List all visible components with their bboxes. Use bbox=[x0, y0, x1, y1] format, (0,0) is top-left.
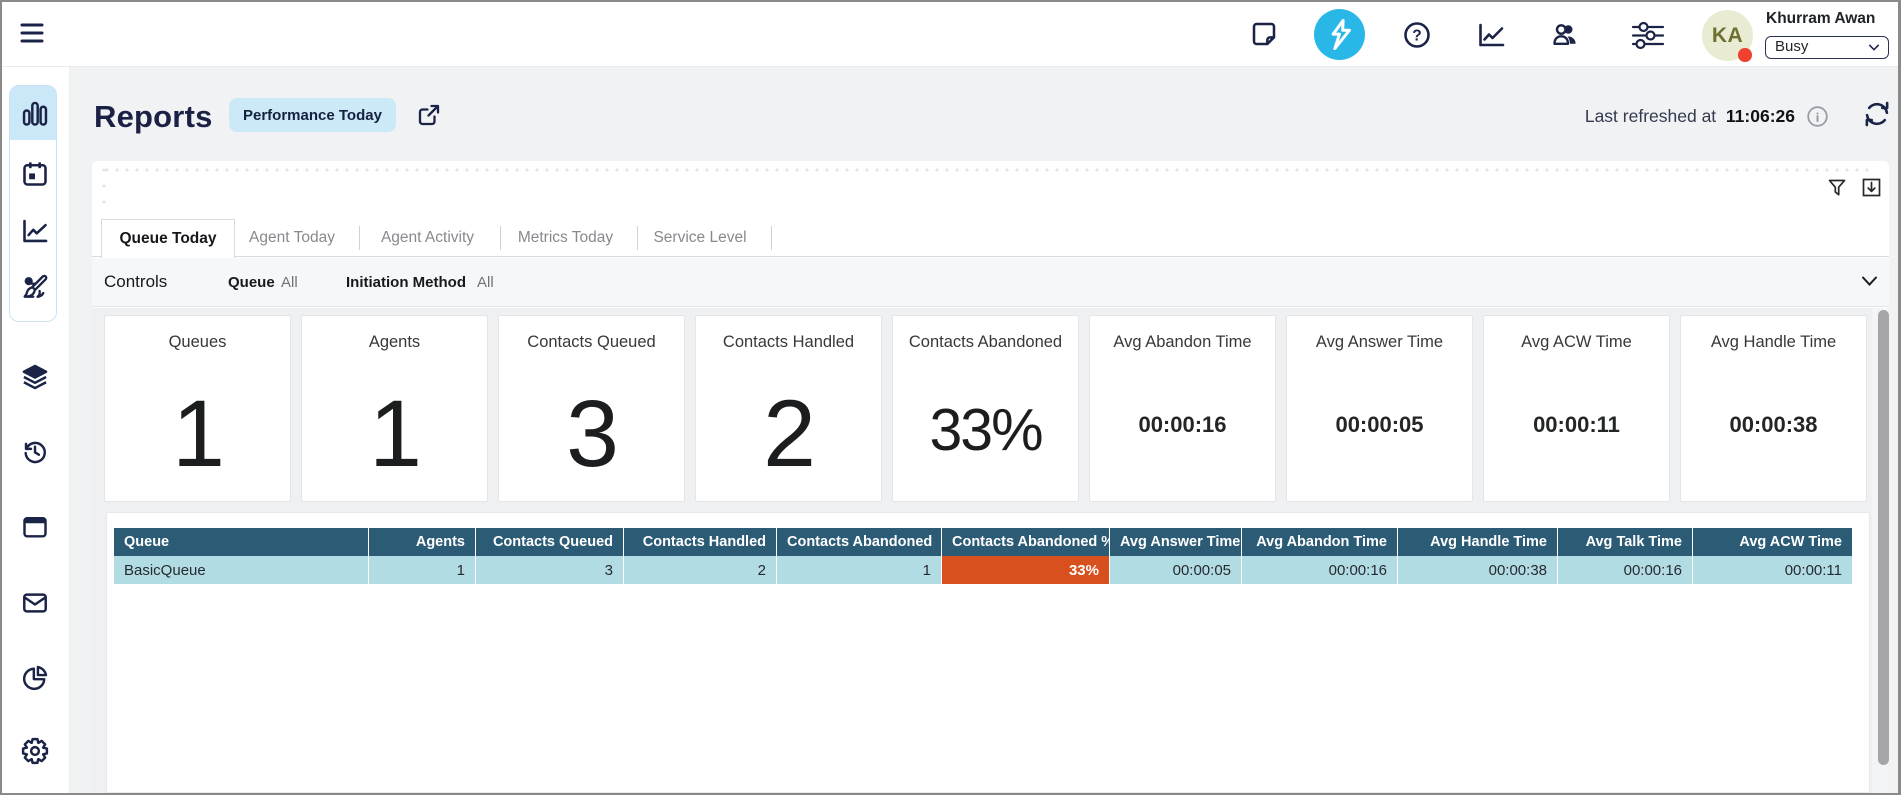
svg-text:i: i bbox=[1816, 110, 1820, 124]
svg-text:?: ? bbox=[1412, 28, 1421, 45]
